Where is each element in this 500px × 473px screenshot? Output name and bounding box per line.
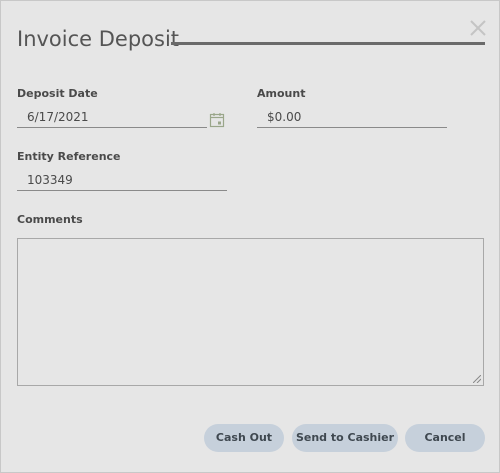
- comments-textarea[interactable]: [17, 238, 484, 386]
- invoice-deposit-dialog: Invoice Deposit Deposit Date 6/17/2021 A…: [0, 0, 500, 473]
- send-to-cashier-button[interactable]: Send to Cashier: [292, 424, 398, 452]
- amount-field[interactable]: $0.00: [257, 109, 447, 128]
- entity-reference-label: Entity Reference: [17, 150, 121, 163]
- close-icon[interactable]: [468, 18, 488, 38]
- entity-reference-field[interactable]: 103349: [17, 172, 227, 191]
- cancel-button[interactable]: Cancel: [405, 424, 485, 452]
- cash-out-button[interactable]: Cash Out: [204, 424, 284, 452]
- amount-label: Amount: [257, 87, 306, 100]
- deposit-date-label: Deposit Date: [17, 87, 98, 100]
- comments-label: Comments: [17, 213, 83, 226]
- resize-grip-icon[interactable]: [473, 375, 481, 383]
- title-divider: [171, 42, 485, 45]
- deposit-date-field[interactable]: 6/17/2021: [17, 109, 207, 128]
- calendar-icon[interactable]: [209, 112, 225, 128]
- dialog-title: Invoice Deposit: [17, 27, 180, 51]
